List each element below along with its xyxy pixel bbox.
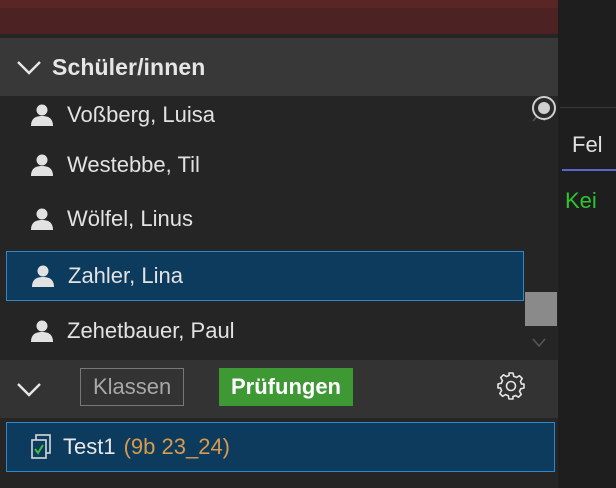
splitter-handle-icon[interactable] [528,92,560,124]
person-icon [31,320,53,342]
student-item-selected[interactable]: Zahler, Lina [6,251,524,301]
exam-name: Test1 [63,434,116,459]
student-name: Westebbe, Til [67,152,200,177]
scrollbar-thumb[interactable] [525,292,557,326]
tab-pruefungen[interactable]: Prüfungen [219,368,353,406]
scroll-down-icon[interactable] [531,336,547,348]
right-tab-label[interactable]: Fel [572,132,603,158]
right-panel [558,0,616,488]
chevron-down-icon[interactable] [16,376,42,402]
student-item[interactable]: Westebbe, Til [6,140,524,190]
exam-class: (9b 23_24) [123,434,231,459]
right-status-text: Kei [565,188,597,213]
student-name: Wölfel, Linus [67,206,193,231]
student-name: Voßberg, Luisa [67,102,215,127]
exam-check-icon [31,434,51,459]
person-icon [31,154,53,176]
person-icon [31,104,53,126]
tab-klassen[interactable]: Klassen [80,368,185,406]
gear-icon[interactable] [496,371,526,401]
person-icon [32,265,54,287]
student-name: Zahler, Lina [68,263,183,288]
student-item[interactable]: Zehetbauer, Paul [6,306,524,356]
student-name: Zehetbauer, Paul [67,318,235,343]
student-list: Voßberg, Luisa Westebbe, Til Wölfel, Lin… [0,96,558,360]
title-strip [0,0,558,8]
student-item[interactable]: Wölfel, Linus [6,194,524,244]
exam-item[interactable]: Test1 (9b 23_24) [6,422,555,472]
right-panel-divider [560,107,616,108]
right-tab-underline [562,169,616,171]
students-section-header[interactable]: Schüler/innen [0,38,558,96]
person-icon [31,208,53,230]
app-window: Schüler/innen Voßberg, Luisa Westebbe, T… [0,0,616,488]
chevron-down-icon[interactable] [16,54,42,80]
student-item[interactable]: Voßberg, Luisa [6,96,524,140]
students-section-title: Schüler/innen [52,53,206,80]
